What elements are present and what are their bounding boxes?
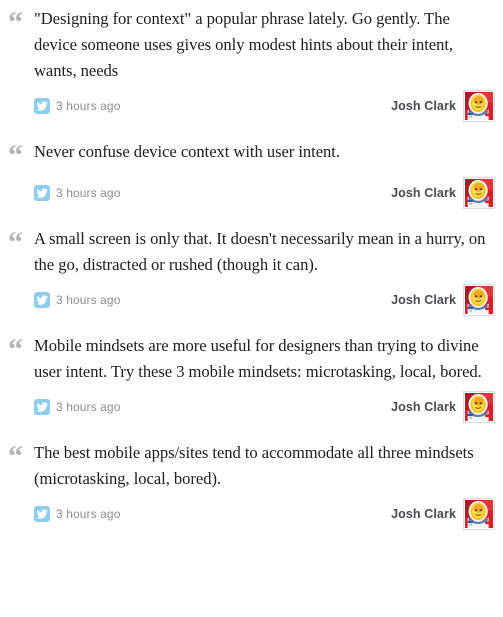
quote-feed: “ "Designing for context" a popular phra…	[0, 0, 503, 530]
timestamp: 3 hours ago	[56, 99, 121, 113]
quote-body: “ The best mobile apps/sites tend to acc…	[8, 440, 495, 492]
quote-meta-row: 3 hours ago Josh Clark	[8, 90, 495, 122]
astronaut-avatar-icon[interactable]	[463, 177, 495, 209]
twitter-bird-icon[interactable]	[34, 98, 50, 114]
astronaut-avatar-icon[interactable]	[463, 391, 495, 423]
quote-meta-row: 3 hours ago Josh Clark	[8, 177, 495, 209]
astronaut-avatar-icon[interactable]	[463, 90, 495, 122]
timestamp: 3 hours ago	[56, 293, 121, 307]
author-name[interactable]: Josh Clark	[391, 99, 456, 113]
twitter-bird-icon[interactable]	[34, 399, 50, 415]
quote-entry-5: “ The best mobile apps/sites tend to acc…	[0, 440, 503, 530]
quote-body: “ Never confuse device context with user…	[8, 139, 495, 171]
quote-entry-3: “ A small screen is only that. It doesn'…	[0, 226, 503, 316]
open-quote-icon: “	[8, 139, 23, 172]
quote-text: Mobile mindsets are more useful for desi…	[34, 336, 482, 381]
open-quote-icon: “	[8, 333, 23, 366]
author-name[interactable]: Josh Clark	[391, 507, 456, 521]
astronaut-avatar-icon[interactable]	[463, 498, 495, 530]
author-name[interactable]: Josh Clark	[391, 400, 456, 414]
open-quote-icon: “	[8, 440, 23, 473]
author-name[interactable]: Josh Clark	[391, 186, 456, 200]
twitter-bird-icon[interactable]	[34, 185, 50, 201]
quote-meta-row: 3 hours ago Josh Clark	[8, 391, 495, 423]
quote-body: “ "Designing for context" a popular phra…	[8, 6, 495, 84]
quote-text: A small screen is only that. It doesn't …	[34, 229, 486, 274]
quote-body: “ A small screen is only that. It doesn'…	[8, 226, 495, 278]
quote-text: Never confuse device context with user i…	[34, 142, 340, 161]
quote-entry-2: “ Never confuse device context with user…	[0, 139, 503, 209]
quote-meta-row: 3 hours ago Josh Clark	[8, 284, 495, 316]
quote-text: The best mobile apps/sites tend to accom…	[34, 443, 474, 488]
twitter-bird-icon[interactable]	[34, 292, 50, 308]
quote-meta-row: 3 hours ago Josh Clark	[8, 498, 495, 530]
timestamp: 3 hours ago	[56, 400, 121, 414]
quote-body: “ Mobile mindsets are more useful for de…	[8, 333, 495, 385]
astronaut-avatar-icon[interactable]	[463, 284, 495, 316]
open-quote-icon: “	[8, 226, 23, 259]
timestamp: 3 hours ago	[56, 507, 121, 521]
author-name[interactable]: Josh Clark	[391, 293, 456, 307]
twitter-bird-icon[interactable]	[34, 506, 50, 522]
quote-entry-4: “ Mobile mindsets are more useful for de…	[0, 333, 503, 423]
quote-text: "Designing for context" a popular phrase…	[34, 9, 453, 80]
open-quote-icon: “	[8, 6, 23, 39]
quote-entry-1: “ "Designing for context" a popular phra…	[0, 6, 503, 122]
timestamp: 3 hours ago	[56, 186, 121, 200]
